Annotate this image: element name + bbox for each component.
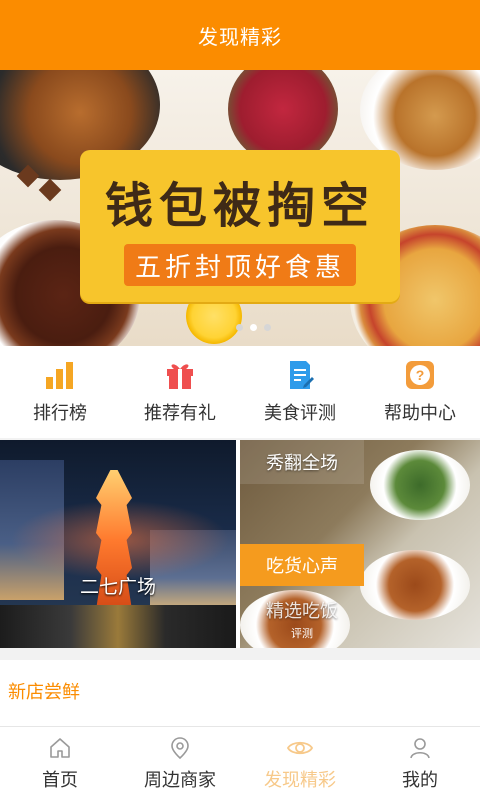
carousel-indicator (236, 324, 271, 331)
dish-plate-image (370, 450, 470, 520)
tile-caption: 二七广场 (79, 576, 156, 598)
edit-document-icon (290, 361, 314, 389)
promo-subline-box: 五折封顶好食惠 (124, 244, 356, 286)
tab-label: 首页 (42, 769, 78, 791)
quick-item-label: 推荐有礼 (144, 403, 216, 424)
tag-label: 精选吃饭 (266, 601, 338, 622)
bar-chart-icon (46, 362, 73, 389)
promo-subline: 五折封顶好食惠 (134, 252, 345, 283)
tag-show-off[interactable]: 秀翻全场 (240, 440, 364, 484)
quick-menu: 排行榜 推荐有礼 美食评测 ? 帮助中心 (0, 346, 480, 438)
tab-discover[interactable]: 发现精彩 (240, 727, 360, 800)
dish-plate-image (360, 550, 470, 620)
eye-icon (287, 741, 313, 754)
page-title: 发现精彩 (198, 24, 282, 49)
carousel-dot-active[interactable] (250, 324, 257, 331)
new-shops-section: 新店尝鲜 (0, 660, 480, 726)
quick-item-label: 排行榜 (33, 403, 87, 424)
quick-item-ranking[interactable]: 排行榜 (0, 346, 120, 438)
quick-item-referral[interactable]: 推荐有礼 (120, 346, 240, 438)
home-icon (50, 737, 70, 758)
promo-banner[interactable]: 钱包被掏空 五折封顶好食惠 (0, 70, 480, 346)
quick-item-label: 帮助中心 (384, 403, 456, 424)
quick-item-food-review[interactable]: 美食评测 (240, 346, 360, 438)
bottom-tab-bar: 首页 周边商家 发现精彩 我的 (0, 726, 480, 800)
section-title: 新店尝鲜 (8, 682, 80, 703)
night-road-image (0, 605, 236, 648)
svg-text:?: ? (416, 367, 425, 383)
quick-item-help[interactable]: ? 帮助中心 (360, 346, 480, 438)
tab-label: 周边商家 (144, 769, 216, 791)
user-icon (410, 737, 430, 758)
tab-home[interactable]: 首页 (0, 727, 120, 800)
carousel-dot[interactable] (236, 324, 243, 331)
tag-label: 吃货心声 (266, 556, 338, 577)
promo-headline: 钱包被掏空 (104, 178, 375, 234)
question-icon: ? (406, 361, 434, 389)
feature-tile-erqi-square[interactable]: 二七广场 (0, 440, 236, 648)
location-pin-icon (171, 736, 189, 759)
tag-label: 秀翻全场 (266, 453, 338, 474)
app-root: 发现精彩 钱包被掏空 五折封顶好食惠 排行榜 推荐有礼 美食评测 ? 帮助中心 … (0, 0, 480, 800)
tab-label: 我的 (402, 769, 438, 791)
tag-sub-label: 评测 (291, 627, 313, 640)
section-divider (0, 648, 480, 660)
star-anise-image (38, 178, 62, 202)
tag-foodie-voice[interactable]: 吃货心声 (240, 544, 364, 586)
tab-label: 发现精彩 (264, 769, 336, 791)
feature-tile-dishes[interactable]: 秀翻全场 吃货心声 精选吃饭 评测 (240, 440, 480, 648)
carousel-dot[interactable] (264, 324, 271, 331)
quick-item-label: 美食评测 (264, 403, 336, 424)
tab-mine[interactable]: 我的 (360, 727, 480, 800)
promo-board: 钱包被掏空 五折封顶好食惠 (80, 150, 400, 302)
tab-nearby[interactable]: 周边商家 (120, 727, 240, 800)
gift-icon (167, 364, 193, 389)
feature-grid: 二七广场 秀翻全场 吃货心声 精选吃饭 评测 (0, 440, 480, 648)
top-bar: 发现精彩 (0, 0, 480, 70)
tag-selected-reviews[interactable]: 精选吃饭 评测 (240, 590, 364, 648)
